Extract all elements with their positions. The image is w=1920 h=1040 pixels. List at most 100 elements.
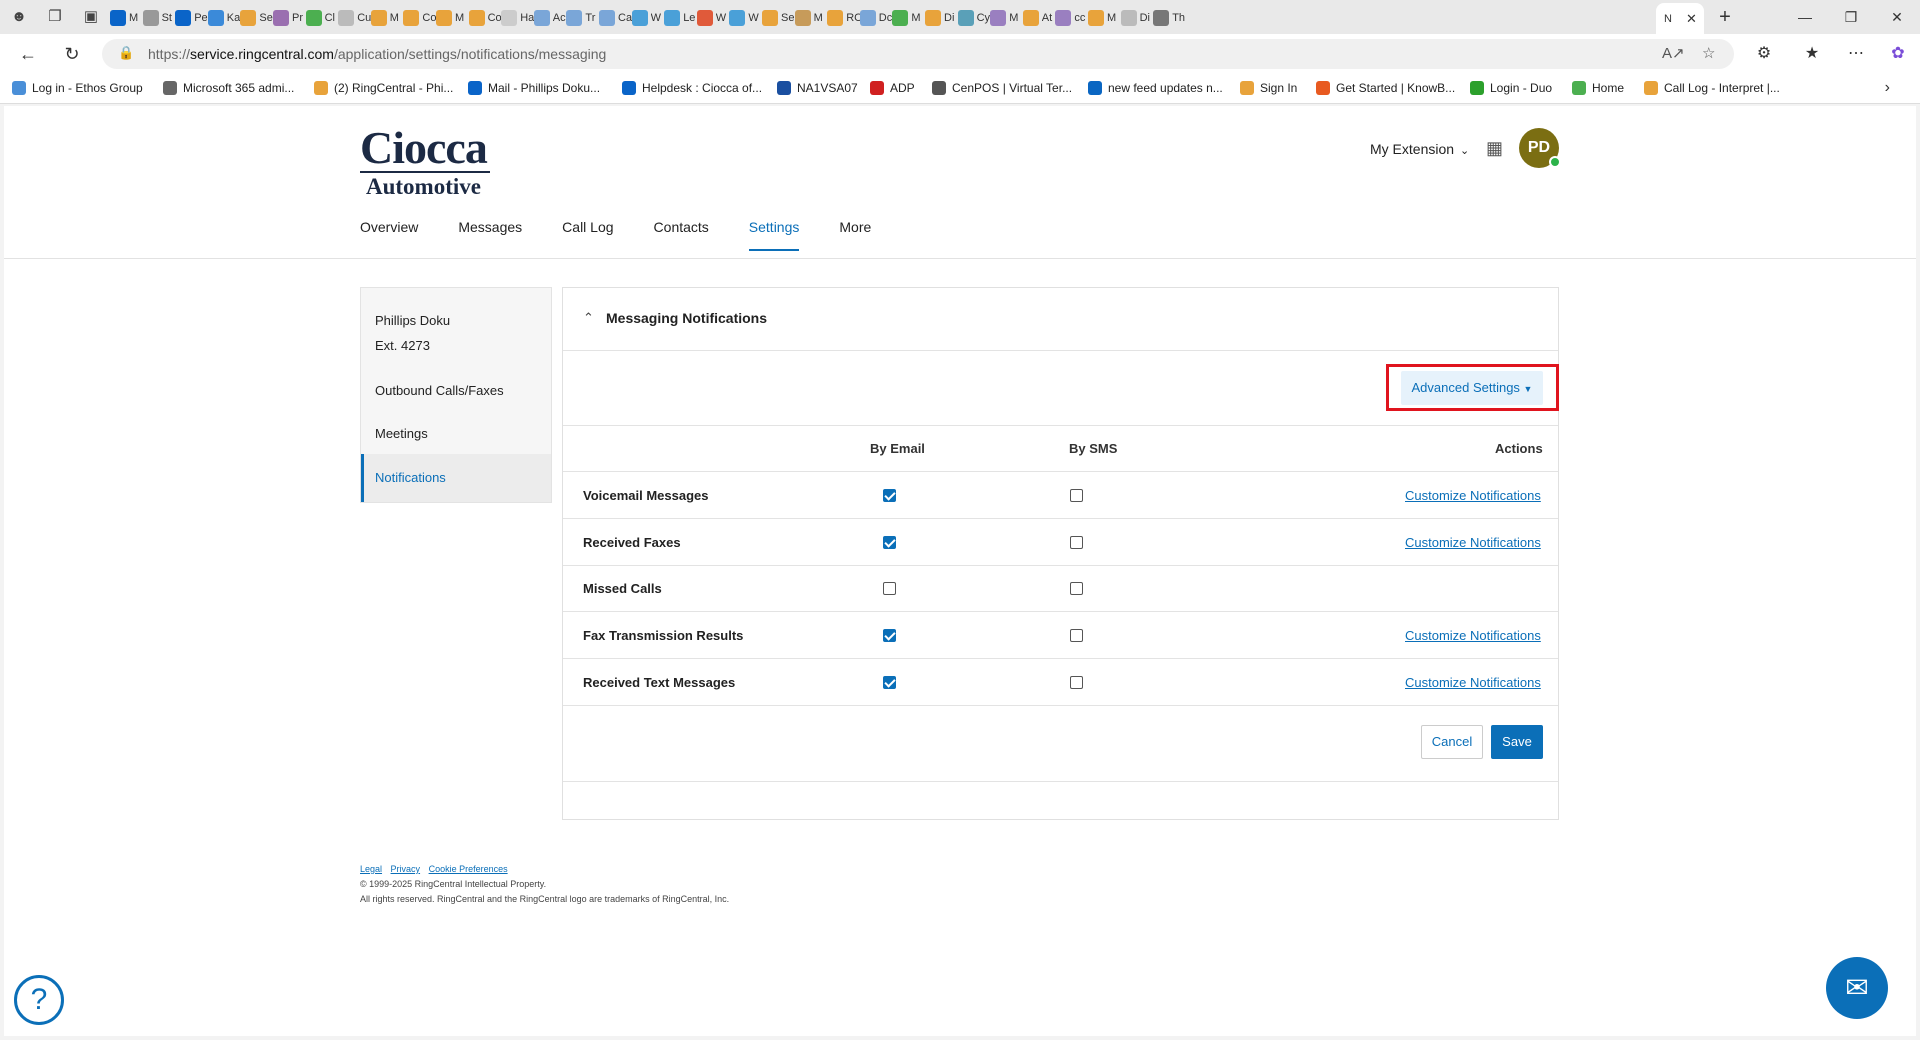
bookmark-item[interactable]: Mail - Phillips Doku... bbox=[468, 81, 600, 95]
restore-icon[interactable]: ❐ bbox=[1828, 0, 1874, 34]
favorite-star-icon[interactable]: ☆ bbox=[1702, 44, 1715, 62]
browser-tab[interactable]: St bbox=[142, 6, 176, 30]
back-icon[interactable]: ← bbox=[16, 42, 40, 66]
sms-checkbox[interactable] bbox=[1070, 536, 1083, 549]
support-chat-icon[interactable]: ✉ bbox=[1826, 957, 1888, 1019]
collapse-chevron-icon[interactable]: ⌃ bbox=[583, 310, 594, 326]
save-button[interactable]: Save bbox=[1491, 725, 1543, 759]
help-icon[interactable]: ? bbox=[14, 975, 64, 1025]
browser-tab[interactable]: W bbox=[696, 6, 730, 30]
browser-tab[interactable]: RC bbox=[827, 6, 860, 30]
site-info-icon[interactable]: 🔒 bbox=[118, 45, 134, 61]
my-extension-dropdown[interactable]: My Extension ⌄ bbox=[1370, 141, 1469, 157]
customize-notifications-link[interactable]: Customize Notifications bbox=[1405, 488, 1541, 503]
avatar[interactable]: PD bbox=[1519, 128, 1561, 168]
bookmark-item[interactable]: Call Log - Interpret |... bbox=[1644, 81, 1780, 95]
browser-tab[interactable]: M bbox=[990, 6, 1023, 30]
sidebar-item-outbound[interactable]: Outbound Calls/Faxes bbox=[361, 367, 551, 415]
profile-icon[interactable]: ☻ bbox=[8, 6, 30, 28]
nav-settings[interactable]: Settings bbox=[748, 219, 800, 251]
browser-tab[interactable]: W bbox=[631, 6, 665, 30]
browser-tab[interactable]: Ac bbox=[533, 6, 567, 30]
browser-tab[interactable]: Dc bbox=[859, 6, 893, 30]
browser-tab[interactable]: W bbox=[729, 6, 762, 30]
email-checkbox[interactable] bbox=[883, 582, 896, 595]
reload-icon[interactable]: ↻ bbox=[60, 42, 84, 66]
browser-tab[interactable]: Di bbox=[1120, 6, 1154, 30]
bookmark-item[interactable]: Microsoft 365 admi... bbox=[163, 81, 294, 95]
address-bar[interactable]: 🔒 https://service.ringcentral.com/applic… bbox=[102, 39, 1734, 69]
bookmark-item[interactable]: Log in - Ethos Group bbox=[12, 81, 143, 95]
browser-tab[interactable]: Le bbox=[664, 6, 697, 30]
cookie-preferences-link[interactable]: Cookie Preferences bbox=[429, 864, 508, 874]
email-checkbox[interactable] bbox=[883, 676, 896, 689]
extensions-icon[interactable]: ⚙ bbox=[1752, 42, 1776, 66]
browser-tab[interactable]: Ca bbox=[599, 6, 632, 30]
minimize-icon[interactable]: — bbox=[1782, 0, 1828, 34]
browser-tab[interactable]: Cy bbox=[957, 6, 991, 30]
browser-tab[interactable]: Se bbox=[762, 6, 795, 30]
browser-tab[interactable]: M bbox=[370, 6, 404, 30]
browser-tab[interactable]: Cu bbox=[338, 6, 371, 30]
nav-call-log[interactable]: Call Log bbox=[562, 219, 613, 251]
browser-tab[interactable]: Pr bbox=[273, 6, 306, 30]
bookmark-item[interactable]: Sign In bbox=[1240, 81, 1297, 95]
bookmark-item[interactable]: CenPOS | Virtual Ter... bbox=[932, 81, 1072, 95]
more-menu-icon[interactable]: ⋯ bbox=[1844, 42, 1868, 66]
bookmark-item[interactable]: (2) RingCentral - Phi... bbox=[314, 81, 453, 95]
browser-tab[interactable]: M bbox=[1088, 6, 1121, 30]
nav-more[interactable]: More bbox=[839, 219, 871, 251]
browser-tab[interactable]: M bbox=[794, 6, 828, 30]
nav-messages[interactable]: Messages bbox=[458, 219, 522, 251]
active-tab[interactable]: N ✕ bbox=[1656, 3, 1704, 34]
browser-tab[interactable]: At bbox=[1022, 6, 1056, 30]
sms-checkbox[interactable] bbox=[1070, 629, 1083, 642]
bookmark-item[interactable]: NA1VSA07 bbox=[777, 81, 858, 95]
browser-tab[interactable]: Th bbox=[1153, 6, 1186, 30]
bookmark-item[interactable]: Get Started | KnowB... bbox=[1316, 81, 1455, 95]
browser-tab[interactable]: Ha bbox=[501, 6, 534, 30]
close-tab-icon[interactable]: ✕ bbox=[1686, 11, 1697, 27]
bookmarks-overflow-icon[interactable]: › bbox=[1885, 79, 1890, 97]
close-window-icon[interactable]: ✕ bbox=[1874, 0, 1920, 34]
browser-tab[interactable]: Ka bbox=[207, 6, 241, 30]
email-checkbox[interactable] bbox=[883, 629, 896, 642]
sms-checkbox[interactable] bbox=[1070, 489, 1083, 502]
bookmark-item[interactable]: Login - Duo bbox=[1470, 81, 1552, 95]
tab-actions-icon[interactable]: ▣ bbox=[80, 6, 102, 28]
browser-tab[interactable]: Co bbox=[403, 6, 436, 30]
company-logo[interactable]: Ciocca Automotive bbox=[360, 125, 490, 199]
bookmark-item[interactable]: ADP bbox=[870, 81, 915, 95]
email-checkbox[interactable] bbox=[883, 489, 896, 502]
favorites-icon[interactable]: ★ bbox=[1800, 42, 1824, 66]
panel-header[interactable]: ⌃ Messaging Notifications bbox=[563, 288, 1558, 351]
privacy-link[interactable]: Privacy bbox=[391, 864, 421, 874]
app-launcher-icon[interactable]: ▦ bbox=[1486, 138, 1503, 159]
sidebar-item-notifications[interactable]: Notifications bbox=[361, 454, 551, 502]
browser-tab[interactable]: cc bbox=[1055, 6, 1088, 30]
email-checkbox[interactable] bbox=[883, 536, 896, 549]
legal-link[interactable]: Legal bbox=[360, 864, 382, 874]
bookmark-item[interactable]: new feed updates n... bbox=[1088, 81, 1223, 95]
browser-tab[interactable]: Se bbox=[240, 6, 273, 30]
browser-tab[interactable]: M bbox=[892, 6, 925, 30]
browser-tab[interactable]: M bbox=[436, 6, 469, 30]
browser-tab[interactable]: Pe bbox=[175, 6, 208, 30]
new-tab-button[interactable]: + bbox=[1712, 4, 1738, 30]
customize-notifications-link[interactable]: Customize Notifications bbox=[1405, 535, 1541, 550]
customize-notifications-link[interactable]: Customize Notifications bbox=[1405, 675, 1541, 690]
browser-tab[interactable]: Di bbox=[925, 6, 958, 30]
nav-overview[interactable]: Overview bbox=[360, 219, 418, 251]
sidebar-item-meetings[interactable]: Meetings bbox=[361, 410, 551, 458]
copilot-icon[interactable]: ✿ bbox=[1886, 42, 1910, 66]
browser-tab[interactable]: Co bbox=[468, 6, 502, 30]
nav-contacts[interactable]: Contacts bbox=[654, 219, 709, 251]
sms-checkbox[interactable] bbox=[1070, 676, 1083, 689]
browser-tab[interactable]: M bbox=[110, 6, 143, 30]
workspaces-icon[interactable]: ❐ bbox=[44, 6, 66, 28]
customize-notifications-link[interactable]: Customize Notifications bbox=[1405, 628, 1541, 643]
bookmark-item[interactable]: Home bbox=[1572, 81, 1624, 95]
cancel-button[interactable]: Cancel bbox=[1421, 725, 1483, 759]
browser-tab[interactable]: Cl bbox=[305, 6, 339, 30]
sidebar-user-info[interactable]: Phillips Doku Ext. 4273 bbox=[375, 308, 450, 358]
